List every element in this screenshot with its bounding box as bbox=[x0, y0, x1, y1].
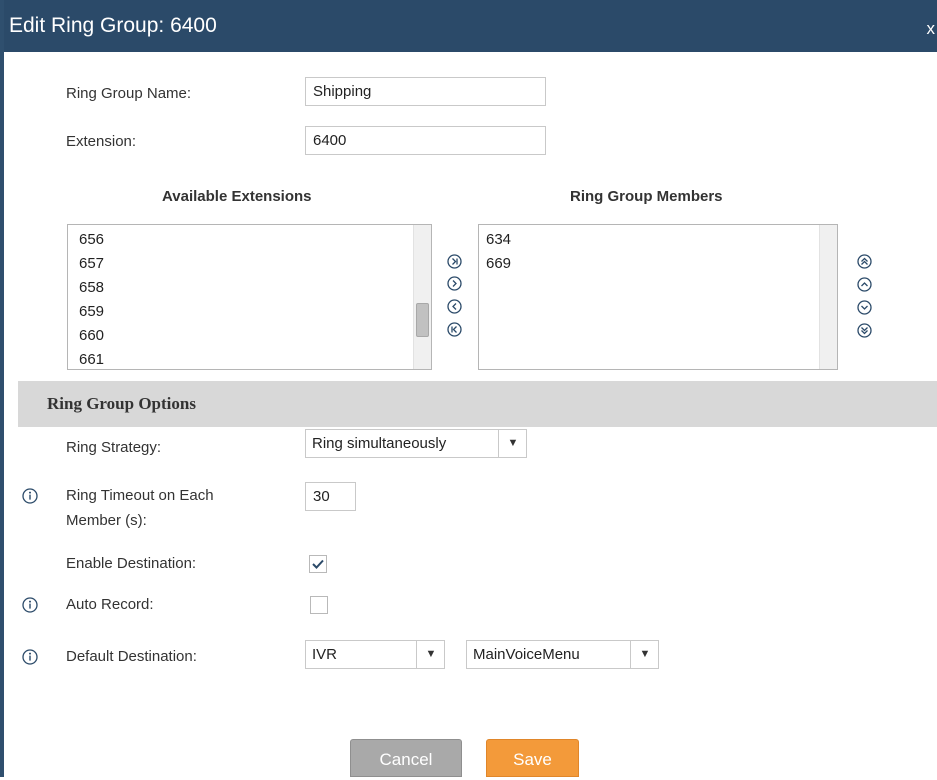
default-destination-type-value: IVR bbox=[312, 646, 338, 663]
ring-group-name-label: Ring Group Name: bbox=[66, 85, 192, 102]
move-bottom-icon[interactable] bbox=[857, 323, 872, 338]
remove-all-icon[interactable] bbox=[447, 322, 462, 337]
dialog-title: Edit Ring Group: 6400 bbox=[9, 14, 217, 37]
chevron-down-icon: ▼ bbox=[630, 641, 659, 668]
available-scrollbar-thumb[interactable] bbox=[416, 303, 429, 337]
move-up-icon[interactable] bbox=[857, 277, 872, 292]
enable-destination-checkbox[interactable] bbox=[309, 555, 327, 573]
list-item[interactable]: 660 bbox=[79, 326, 104, 346]
edit-ring-group-dialog: Edit Ring Group: 6400 x Ring Group Name:… bbox=[0, 0, 937, 777]
extension-label: Extension: bbox=[66, 133, 137, 150]
save-button[interactable]: Save bbox=[486, 739, 579, 777]
info-icon[interactable] bbox=[22, 649, 38, 665]
available-scrollbar[interactable] bbox=[413, 225, 431, 369]
ring-strategy-value: Ring simultaneously bbox=[312, 435, 447, 452]
available-extensions-header: Available Extensions bbox=[162, 188, 312, 205]
checkmark-icon bbox=[312, 559, 324, 569]
move-down-icon[interactable] bbox=[857, 300, 872, 315]
list-item[interactable]: 669 bbox=[486, 254, 511, 274]
info-icon[interactable] bbox=[22, 597, 38, 613]
chevron-down-icon: ▼ bbox=[498, 430, 527, 457]
dialog-titlebar: Edit Ring Group: 6400 x bbox=[0, 0, 937, 52]
ring-group-name-input[interactable] bbox=[305, 77, 546, 106]
ring-timeout-label-line2: Member (s): bbox=[66, 512, 147, 529]
list-item[interactable]: 657 bbox=[79, 254, 104, 274]
remove-selected-icon[interactable] bbox=[447, 299, 462, 314]
ring-strategy-label: Ring Strategy: bbox=[66, 439, 162, 456]
auto-record-checkbox[interactable] bbox=[310, 596, 328, 614]
ring-timeout-input[interactable] bbox=[305, 482, 356, 511]
ring-group-options-header: Ring Group Options bbox=[18, 381, 937, 427]
available-extensions-list[interactable]: 656 657 658 659 660 661 bbox=[67, 224, 432, 370]
members-scrollbar[interactable] bbox=[819, 225, 837, 369]
auto-record-label: Auto Record: bbox=[66, 596, 154, 613]
dialog-left-border bbox=[0, 0, 4, 777]
default-destination-type-select[interactable]: IVR ▼ bbox=[305, 640, 445, 669]
add-all-icon[interactable] bbox=[447, 254, 462, 269]
ring-group-members-header: Ring Group Members bbox=[570, 188, 723, 205]
default-destination-target-value: MainVoiceMenu bbox=[473, 646, 580, 663]
info-icon[interactable] bbox=[22, 488, 38, 504]
ring-group-members-list[interactable]: 634 669 bbox=[478, 224, 838, 370]
ring-timeout-label-line1: Ring Timeout on Each bbox=[66, 487, 214, 504]
cancel-button[interactable]: Cancel bbox=[350, 739, 462, 777]
list-item[interactable]: 659 bbox=[79, 302, 104, 322]
add-selected-icon[interactable] bbox=[447, 276, 462, 291]
ring-strategy-select[interactable]: Ring simultaneously ▼ bbox=[305, 429, 527, 458]
extension-input[interactable] bbox=[305, 126, 546, 155]
move-top-icon[interactable] bbox=[857, 254, 872, 269]
list-item[interactable]: 658 bbox=[79, 278, 104, 298]
chevron-down-icon: ▼ bbox=[416, 641, 445, 668]
default-destination-label: Default Destination: bbox=[66, 648, 197, 665]
list-item[interactable]: 656 bbox=[79, 230, 104, 250]
list-item[interactable]: 634 bbox=[486, 230, 511, 250]
list-item[interactable]: 661 bbox=[79, 350, 104, 369]
enable-destination-label: Enable Destination: bbox=[66, 555, 197, 572]
close-button[interactable]: x bbox=[927, 0, 936, 58]
section-title: Ring Group Options bbox=[47, 394, 196, 413]
default-destination-target-select[interactable]: MainVoiceMenu ▼ bbox=[466, 640, 659, 669]
